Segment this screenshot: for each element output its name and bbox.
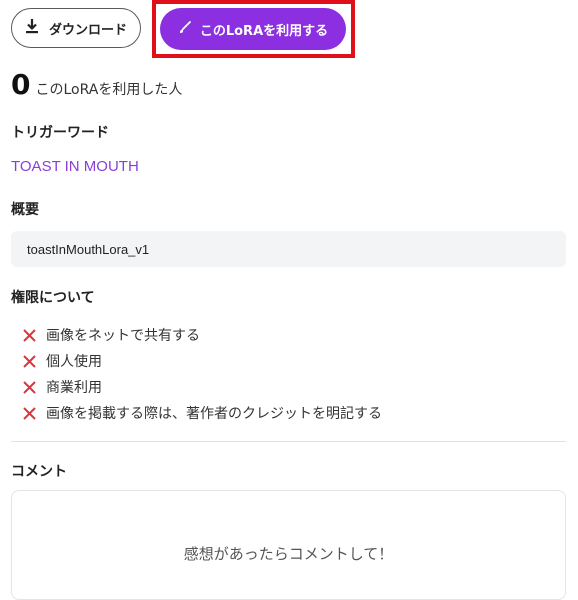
permissions-heading: 権限について (11, 290, 95, 306)
deny-icon (23, 380, 36, 394)
usage-summary: 0 このLoRAを利用した人 (11, 68, 182, 101)
use-lora-label: このLoRAを利用する (199, 23, 329, 39)
comment-input[interactable]: 感想があったらコメントして！ (11, 490, 566, 600)
permission-item: 画像をネットで共有する (22, 322, 382, 348)
download-label: ダウンロード (48, 22, 127, 38)
permission-item: 画像を掲載する際は、著作者のクレジットを明記する (22, 400, 382, 426)
brush-icon (178, 20, 191, 38)
permission-label: 商業利用 (46, 380, 102, 396)
deny-icon (23, 406, 36, 420)
divider (11, 441, 566, 442)
comment-placeholder: 感想があったらコメントして！ (183, 545, 394, 563)
permission-label: 個人使用 (46, 354, 102, 370)
permission-item: 商業利用 (22, 374, 382, 400)
permission-label: 画像をネットで共有する (46, 328, 200, 344)
trigger-word[interactable]: TOAST IN MOUTH (11, 158, 139, 175)
usage-text: このLoRAを利用した人 (35, 82, 183, 98)
overview-box: toastInMouthLora_v1 (11, 231, 566, 267)
permission-label: 画像を掲載する際は、著作者のクレジットを明記する (46, 406, 382, 422)
comments-heading: コメント (11, 464, 67, 480)
permissions-list: 画像をネットで共有する 個人使用 商業利用 画像を掲載する際は、著作者のクレジッ… (22, 322, 382, 426)
download-button[interactable]: ダウンロード (11, 8, 141, 48)
usage-count: 0 (11, 68, 31, 101)
download-icon (25, 18, 39, 38)
overview-heading: 概要 (11, 202, 39, 218)
deny-icon (23, 354, 36, 368)
permission-item: 個人使用 (22, 348, 382, 374)
use-lora-button[interactable]: このLoRAを利用する (160, 8, 346, 50)
trigger-heading: トリガーワード (11, 125, 109, 141)
overview-text: toastInMouthLora_v1 (27, 241, 150, 257)
deny-icon (23, 328, 36, 342)
